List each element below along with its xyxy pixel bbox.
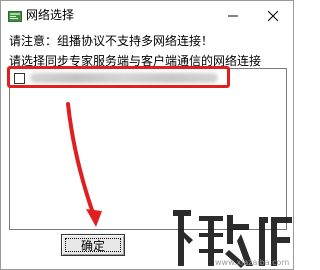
- network-list-item[interactable]: [12, 70, 282, 86]
- multicast-notice: 请注意：组播协议不支持多网络连接！: [9, 34, 214, 48]
- ok-button[interactable]: 确定: [61, 234, 125, 256]
- minimize-button[interactable]: [213, 1, 253, 31]
- watermark-url: www.xiazaiba.com: [215, 258, 290, 267]
- network-select-dialog: 网络选择 请注意：组播协议不支持多网络连接！ 请选择同步专家服务端与客户端通信的…: [0, 0, 294, 270]
- close-icon: [268, 11, 278, 21]
- window-title: 网络选择: [26, 8, 75, 22]
- title-bar[interactable]: 网络选择: [1, 1, 293, 31]
- network-checkbox[interactable]: [14, 73, 25, 84]
- close-button[interactable]: [253, 1, 293, 31]
- minimize-icon: [228, 15, 238, 17]
- instruction-label: 请选择同步专家服务端与客户端通信的网络连接: [9, 54, 262, 68]
- network-name-blurred: [30, 73, 218, 83]
- app-icon: [8, 11, 22, 22]
